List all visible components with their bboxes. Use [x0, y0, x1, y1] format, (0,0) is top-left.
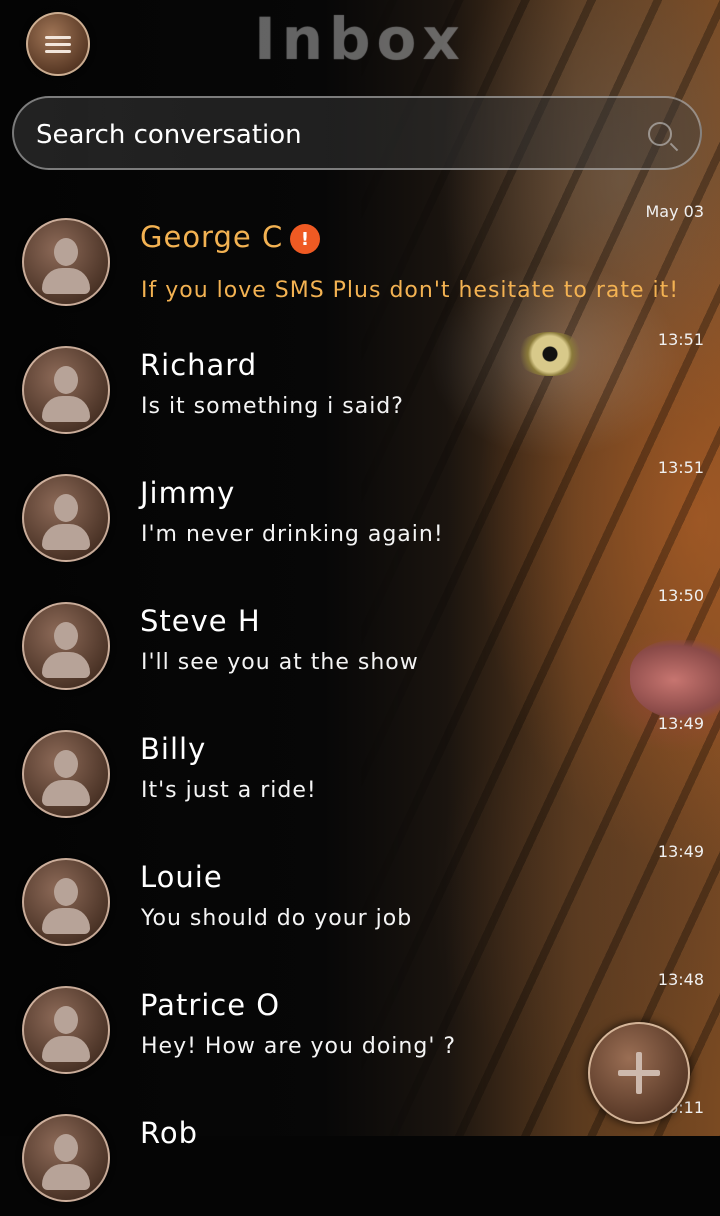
new-message-button[interactable]	[588, 1022, 690, 1124]
message-preview: I'm never drinking again!	[141, 522, 444, 547]
conversation-row[interactable]: Steve H I'll see you at the show 13:50	[0, 576, 720, 704]
person-icon-body	[42, 908, 90, 934]
avatar[interactable]	[22, 1114, 110, 1202]
timestamp: May 03	[645, 202, 704, 221]
person-icon-body	[42, 1164, 90, 1190]
timestamp: 13:48	[657, 970, 704, 989]
page-title: Inbox	[254, 5, 466, 73]
person-icon-body	[42, 268, 90, 294]
contact-name: Rob	[140, 1116, 198, 1150]
avatar[interactable]	[22, 218, 110, 306]
message-preview: If you love SMS Plus don't hesitate to r…	[141, 278, 680, 303]
contact-name: Jimmy	[140, 476, 236, 510]
contact-name: Steve H	[140, 604, 261, 638]
person-icon	[54, 622, 78, 650]
person-icon-body	[42, 396, 90, 422]
timestamp: 13:49	[657, 714, 704, 733]
contact-name: Richard	[140, 348, 258, 382]
hamburger-icon	[45, 32, 71, 57]
timestamp: 13:51	[657, 458, 704, 477]
person-icon	[54, 750, 78, 778]
avatar[interactable]	[22, 602, 110, 690]
menu-button[interactable]	[26, 12, 90, 76]
message-preview: I'll see you at the show	[141, 650, 419, 675]
person-icon	[54, 878, 78, 906]
avatar[interactable]	[22, 858, 110, 946]
contact-name: Billy	[140, 732, 207, 766]
timestamp: 13:49	[657, 842, 704, 861]
person-icon	[54, 1006, 78, 1034]
unread-alert-icon: !	[290, 224, 320, 254]
timestamp: 13:50	[657, 586, 704, 605]
message-preview: Hey! How are you doing' ?	[141, 1034, 457, 1059]
conversation-row[interactable]: Jimmy I'm never drinking again! 13:51	[0, 448, 720, 576]
person-icon-body	[42, 652, 90, 678]
person-icon-body	[42, 524, 90, 550]
person-icon-body	[42, 780, 90, 806]
conversation-row[interactable]: Billy It's just a ride! 13:49	[0, 704, 720, 832]
message-preview: Is it something i said?	[141, 394, 404, 419]
search-icon[interactable]	[648, 122, 672, 146]
contact-name: George C	[140, 220, 284, 254]
contact-name: Louie	[140, 860, 223, 894]
conversation-row[interactable]: Louie You should do your job 13:49	[0, 832, 720, 960]
person-icon	[54, 494, 78, 522]
avatar[interactable]	[22, 730, 110, 818]
person-icon	[54, 366, 78, 394]
timestamp: 13:51	[657, 330, 704, 349]
message-preview: It's just a ride!	[141, 778, 317, 803]
search-input[interactable]	[34, 116, 638, 154]
avatar[interactable]	[22, 986, 110, 1074]
person-icon-body	[42, 1036, 90, 1062]
avatar[interactable]	[22, 346, 110, 434]
plus-icon-vertical	[636, 1052, 642, 1094]
conversation-row[interactable]: Richard Is it something i said? 13:51	[0, 320, 720, 448]
search-bar[interactable]	[12, 96, 702, 170]
person-icon	[54, 1134, 78, 1162]
contact-name: Patrice O	[140, 988, 281, 1022]
avatar[interactable]	[22, 474, 110, 562]
person-icon	[54, 238, 78, 266]
conversation-row[interactable]: George C ! If you love SMS Plus don't he…	[0, 192, 720, 320]
message-preview: You should do your job	[141, 906, 413, 931]
